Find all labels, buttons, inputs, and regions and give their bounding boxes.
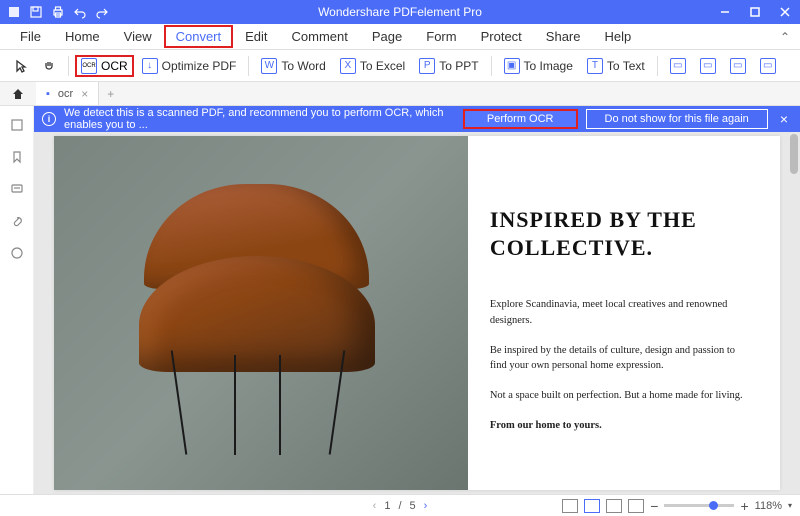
format-icon-1[interactable]: ▭ — [664, 55, 692, 77]
ocr-button[interactable]: OCR OCR — [75, 55, 134, 77]
new-tab-button[interactable]: + — [99, 87, 122, 101]
zoom-dropdown-icon[interactable]: ▾ — [788, 501, 792, 510]
select-tool[interactable] — [8, 56, 34, 76]
ppt-icon: P — [419, 58, 435, 74]
tab-label: ocr — [58, 88, 73, 100]
prev-page-icon[interactable]: ‹ — [373, 500, 377, 512]
view-facing-icon[interactable] — [606, 499, 622, 513]
app-logo-icon — [6, 4, 22, 20]
maximize-button[interactable] — [740, 0, 770, 24]
redo-icon[interactable] — [94, 4, 110, 20]
page-text-column: INSPIRED BY THE COLLECTIVE. Explore Scan… — [468, 136, 780, 490]
save-icon[interactable] — [28, 4, 44, 20]
zoom-percent[interactable]: 118% — [755, 500, 782, 512]
paragraph-4: From our home to yours. — [490, 418, 750, 434]
view-continuous-icon[interactable] — [584, 499, 600, 513]
menu-share[interactable]: Share — [534, 25, 593, 48]
page-current[interactable]: 1 — [384, 500, 390, 512]
menu-page[interactable]: Page — [360, 25, 414, 48]
home-tab-icon[interactable] — [8, 84, 28, 104]
zoom-slider-thumb[interactable] — [709, 501, 718, 510]
menu-home[interactable]: Home — [53, 25, 112, 48]
paragraph-3: Not a space built on perfection. But a h… — [490, 388, 750, 404]
pdf-page: INSPIRED BY THE COLLECTIVE. Explore Scan… — [54, 136, 780, 490]
close-banner-icon[interactable]: × — [776, 111, 792, 127]
thumbnails-icon[interactable] — [8, 116, 26, 134]
ocr-icon: OCR — [81, 58, 97, 74]
optimize-pdf-button[interactable]: ↓ Optimize PDF — [136, 55, 243, 77]
collapse-ribbon-icon[interactable]: ⌃ — [780, 30, 790, 44]
optimize-icon: ↓ — [142, 58, 158, 74]
menu-form[interactable]: Form — [414, 25, 468, 48]
vertical-scrollbar[interactable] — [790, 134, 798, 492]
menu-comment[interactable]: Comment — [280, 25, 360, 48]
other-icon: ▭ — [760, 58, 776, 74]
to-image-button[interactable]: ▣To Image — [498, 55, 579, 77]
close-button[interactable] — [770, 0, 800, 24]
title-bar: Wondershare PDFelement Pro — [0, 0, 800, 24]
app-title: Wondershare PDFelement Pro — [318, 5, 482, 19]
comments-icon[interactable] — [8, 180, 26, 198]
info-icon: i — [42, 112, 56, 126]
tab-close-icon[interactable]: × — [81, 87, 88, 101]
word-icon: W — [261, 58, 277, 74]
to-excel-button[interactable]: XTo Excel — [334, 55, 411, 77]
html-icon: ▭ — [700, 58, 716, 74]
page-total: 5 — [410, 500, 416, 512]
perform-ocr-button[interactable]: Perform OCR — [463, 109, 578, 129]
zoom-slider[interactable] — [664, 504, 734, 507]
left-sidebar — [0, 106, 34, 494]
page-heading: INSPIRED BY THE COLLECTIVE. — [490, 206, 750, 261]
attachments-icon[interactable] — [8, 212, 26, 230]
to-text-button[interactable]: TTo Text — [581, 55, 651, 77]
page-image — [54, 136, 468, 490]
optimize-label: Optimize PDF — [162, 59, 237, 73]
search-sidebar-icon[interactable] — [8, 244, 26, 262]
paragraph-1: Explore Scandinavia, meet local creative… — [490, 297, 750, 329]
rtf-icon: ▭ — [730, 58, 746, 74]
page-navigation: ‹ 1 / 5 › — [373, 500, 428, 512]
page-sep: / — [398, 500, 401, 512]
epub-icon: ▭ — [670, 58, 686, 74]
paragraph-2: Be inspired by the details of culture, d… — [490, 343, 750, 375]
image-icon: ▣ — [504, 58, 520, 74]
view-facing-continuous-icon[interactable] — [628, 499, 644, 513]
menu-bar: File Home View Convert Edit Comment Page… — [0, 24, 800, 50]
pdf-file-icon: ▪ — [46, 88, 50, 100]
chair-illustration — [116, 178, 397, 454]
hand-tool[interactable] — [36, 56, 62, 76]
undo-icon[interactable] — [72, 4, 88, 20]
menu-convert[interactable]: Convert — [164, 25, 234, 48]
ocr-label: OCR — [101, 59, 128, 73]
minimize-button[interactable] — [710, 0, 740, 24]
zoom-in-button[interactable]: + — [740, 498, 748, 514]
format-icon-3[interactable]: ▭ — [724, 55, 752, 77]
document-tab[interactable]: ▪ ocr × — [36, 82, 99, 105]
tab-bar: ▪ ocr × + — [0, 82, 800, 106]
menu-help[interactable]: Help — [593, 25, 644, 48]
excel-icon: X — [340, 58, 356, 74]
status-bar: ‹ 1 / 5 › − + 118% ▾ — [0, 494, 800, 516]
view-single-icon[interactable] — [562, 499, 578, 513]
print-icon[interactable] — [50, 4, 66, 20]
text-icon: T — [587, 58, 603, 74]
menu-view[interactable]: View — [112, 25, 164, 48]
menu-edit[interactable]: Edit — [233, 25, 279, 48]
banner-message: We detect this is a scanned PDF, and rec… — [64, 107, 455, 131]
format-icon-4[interactable]: ▭ — [754, 55, 782, 77]
menu-file[interactable]: File — [8, 25, 53, 48]
dismiss-banner-button[interactable]: Do not show for this file again — [586, 109, 768, 129]
to-ppt-button[interactable]: PTo PPT — [413, 55, 484, 77]
toolbar: OCR OCR ↓ Optimize PDF WTo Word XTo Exce… — [0, 50, 800, 82]
zoom-out-button[interactable]: − — [650, 498, 658, 514]
next-page-icon[interactable]: › — [424, 500, 428, 512]
format-icon-2[interactable]: ▭ — [694, 55, 722, 77]
scrollbar-thumb[interactable] — [790, 134, 798, 174]
document-viewport[interactable]: INSPIRED BY THE COLLECTIVE. Explore Scan… — [34, 132, 800, 494]
menu-protect[interactable]: Protect — [469, 25, 534, 48]
bookmarks-icon[interactable] — [8, 148, 26, 166]
to-word-button[interactable]: WTo Word — [255, 55, 331, 77]
ocr-banner: i We detect this is a scanned PDF, and r… — [34, 106, 800, 132]
